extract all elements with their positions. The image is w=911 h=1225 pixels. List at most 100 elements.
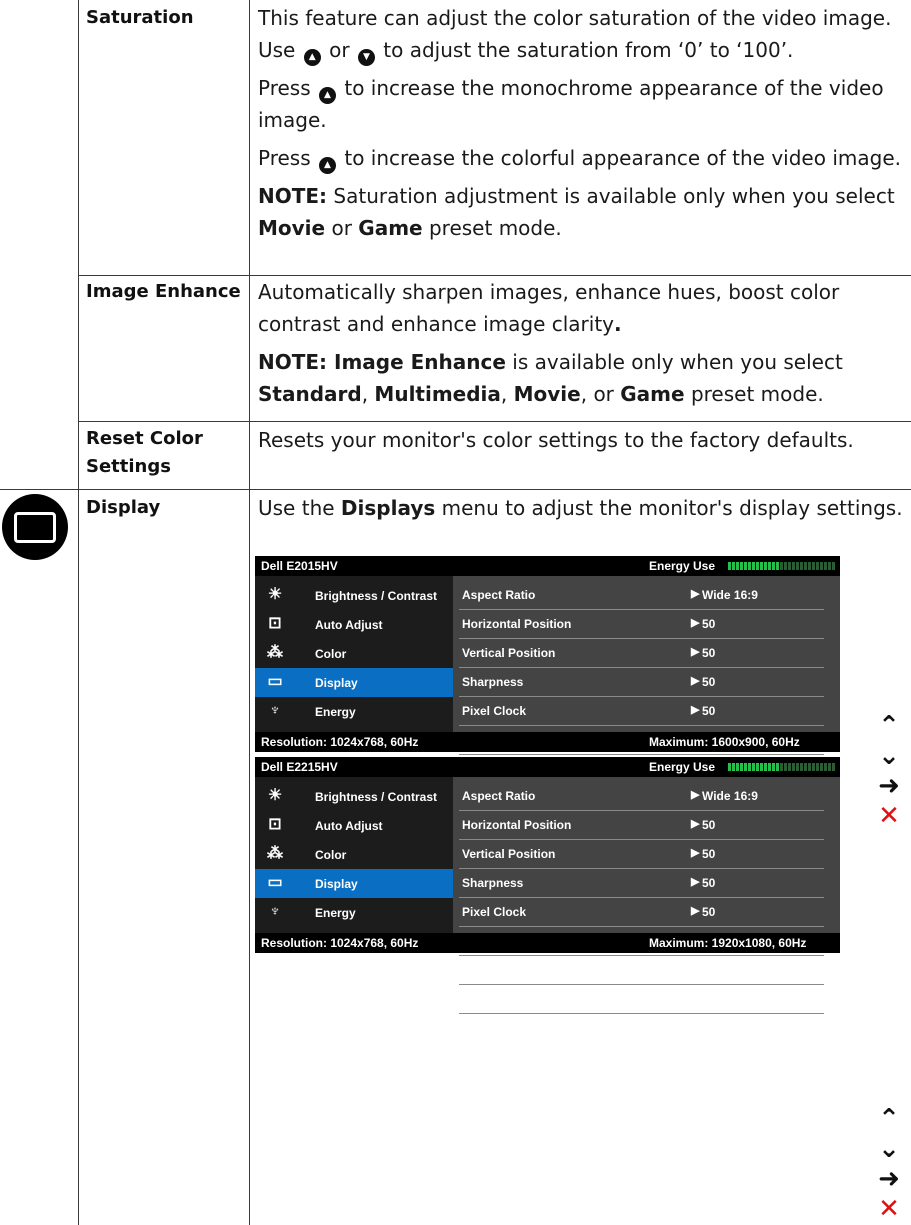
osd-menu-item[interactable]: ☀ Brightness / Contrast <box>255 581 453 610</box>
energy-meter-bar <box>832 562 835 570</box>
energy-meter-bar <box>808 562 811 570</box>
screen-shape <box>14 511 56 543</box>
osd-setting-row[interactable]: Pixel Clock ▶ 50 <box>459 696 824 726</box>
up-arrow-icon[interactable]: ⌃ <box>874 1104 904 1134</box>
play-arrow-icon: ▶ <box>691 704 700 716</box>
energy-meter-bar <box>796 562 799 570</box>
setting-value: 50 <box>702 704 716 718</box>
text: to adjust the saturation from ‘0’ to ‘10… <box>376 38 794 62</box>
osd-footer: Resolution: 1024x768, 60Hz Maximum: 1600x… <box>255 732 840 752</box>
image-enhance-note: NOTE: Image Enhance is available only wh… <box>258 346 908 410</box>
text: to increase the colorful appearance of t… <box>338 146 901 170</box>
row-label-reset-color: Reset Color Settings <box>86 425 203 481</box>
label-line: Settings <box>86 456 171 477</box>
saturation-para-2: Press ▲ to increase the monochrome appea… <box>258 72 908 136</box>
osd-nav-buttons: ⌃ ⌄ ➜ ✕ <box>874 711 904 831</box>
mode-name: Game <box>620 382 685 406</box>
energy-meter-bar <box>796 763 799 771</box>
down-arrow-icon[interactable]: ⌄ <box>874 1134 904 1164</box>
osd-menu-label: Energy <box>315 705 356 719</box>
energy-meter-bar <box>824 562 827 570</box>
right-arrow-icon[interactable]: ➜ <box>874 1164 904 1194</box>
energy-meter-bar <box>812 763 815 771</box>
right-arrow-icon[interactable]: ➜ <box>874 771 904 801</box>
osd-setting-row[interactable]: Horizontal Position ▶ 50 <box>459 810 824 840</box>
setting-value: 50 <box>702 617 716 631</box>
energy-meter-bar <box>744 562 747 570</box>
setting-value: Wide 16:9 <box>702 588 758 602</box>
text: Saturation adjustment is available only … <box>327 184 895 208</box>
energy-meter-bar <box>816 763 819 771</box>
resolution-text: Resolution: 1024x768, 60Hz <box>261 936 419 950</box>
text: to increase the monochrome appearance of… <box>258 76 884 132</box>
setting-name: Sharpness <box>462 876 524 890</box>
osd-menu-item[interactable]: ⊡ Auto Adjust <box>255 610 453 639</box>
energy-meter-bar <box>768 763 771 771</box>
osd-setting-row[interactable]: Vertical Position ▶ 50 <box>459 839 824 869</box>
up-arrow-icon[interactable]: ⌃ <box>874 711 904 741</box>
osd-menu-item[interactable]: ☰ Others <box>255 985 453 1014</box>
play-arrow-icon: ▶ <box>691 818 700 830</box>
up-circle-icon: ▲ <box>319 87 336 104</box>
osd-header: Dell E2015HV Energy Use <box>255 556 840 576</box>
play-arrow-icon: ▶ <box>691 789 700 801</box>
energy-meter-bar <box>756 763 759 771</box>
row-divider <box>0 489 911 490</box>
osd-menu-item[interactable]: ⁂ Color <box>255 840 453 869</box>
osd-menu-label: Personalize <box>315 964 382 978</box>
energy-meter-bar <box>792 763 795 771</box>
setting-value: Wide 16:9 <box>702 789 758 803</box>
text: . <box>614 312 622 336</box>
mode-name: Standard <box>258 382 362 406</box>
osd-menu-item[interactable]: ♆ Energy <box>255 697 453 726</box>
energy-meter-bar <box>728 562 731 570</box>
osd-menu-item[interactable]: ⊡ Auto Adjust <box>255 811 453 840</box>
energy-meter-bar <box>788 763 791 771</box>
text: , or <box>580 382 621 406</box>
osd-menu-label: Brightness / Contrast <box>315 790 438 804</box>
osd-menu-item[interactable]: ♆ Energy <box>255 898 453 927</box>
osd-setting-row[interactable]: Aspect Ratio ▶ Wide 16:9 <box>459 580 824 610</box>
osd-settings-panel: Aspect Ratio ▶ Wide 16:9 Horizontal Positio… <box>453 576 840 813</box>
energy-meter-bar <box>740 562 743 570</box>
setting-name: Horizontal Position <box>462 818 572 832</box>
text: or <box>322 38 356 62</box>
osd-setting-row[interactable]: Sharpness ▶ 50 <box>459 868 824 898</box>
text: , <box>500 382 514 406</box>
setting-name: Pixel Clock <box>462 905 527 919</box>
osd-setting-row[interactable]: Aspect Ratio ▶ Wide 16:9 <box>459 781 824 811</box>
text: preset mode. <box>684 382 824 406</box>
osd-setting-row[interactable]: Pixel Clock ▶ 50 <box>459 897 824 927</box>
label-line: Reset Color <box>86 428 203 449</box>
osd-display-menu-e2215hv: Dell E2215HV Energy Use ☀ Brightness / Cont… <box>255 757 840 1014</box>
energy-icon: ♆ <box>269 903 281 920</box>
osd-menu-item[interactable]: ⁂ Color <box>255 639 453 668</box>
osd-menu-item[interactable]: ▭ Display <box>255 668 453 697</box>
energy-meter-bar <box>832 763 835 771</box>
osd-setting-row[interactable]: Reset Display Settings <box>459 955 824 985</box>
text: Use the <box>258 496 341 520</box>
close-icon[interactable]: ✕ <box>874 1194 904 1224</box>
osd-menu-item[interactable]: ★ Personalize <box>255 956 453 985</box>
osd-setting-row[interactable]: Sharpness ▶ 50 <box>459 667 824 697</box>
energy-meter-bar <box>776 562 779 570</box>
down-arrow-icon[interactable]: ⌄ <box>874 741 904 771</box>
energy-meter-bar <box>772 562 775 570</box>
osd-menu-item[interactable]: ☀ Brightness / Contrast <box>255 782 453 811</box>
close-icon[interactable]: ✕ <box>874 801 904 831</box>
up-circle-icon: ▲ <box>319 157 336 174</box>
play-arrow-icon: ▶ <box>691 588 700 600</box>
energy-meter-bar <box>752 763 755 771</box>
energy-meter-bar <box>736 562 739 570</box>
row-label-display: Display <box>86 497 161 518</box>
display-icon: ▭ <box>267 874 283 891</box>
others-icon: ☰ <box>267 990 283 1007</box>
osd-menu-item[interactable]: ▭ Display <box>255 869 453 898</box>
osd-menu-list: ☀ Brightness / Contrast ⊡ Auto Adjust ⁂ Color… <box>255 576 453 806</box>
osd-setting-row[interactable]: Vertical Position ▶ 50 <box>459 638 824 668</box>
energy-meter-bar <box>732 763 735 771</box>
saturation-para-1: This feature can adjust the color satura… <box>258 2 908 66</box>
osd-setting-row[interactable]: Horizontal Position ▶ 50 <box>459 609 824 639</box>
osd-menu-label: Color <box>315 647 347 661</box>
brightness-icon: ☀ <box>267 787 283 804</box>
